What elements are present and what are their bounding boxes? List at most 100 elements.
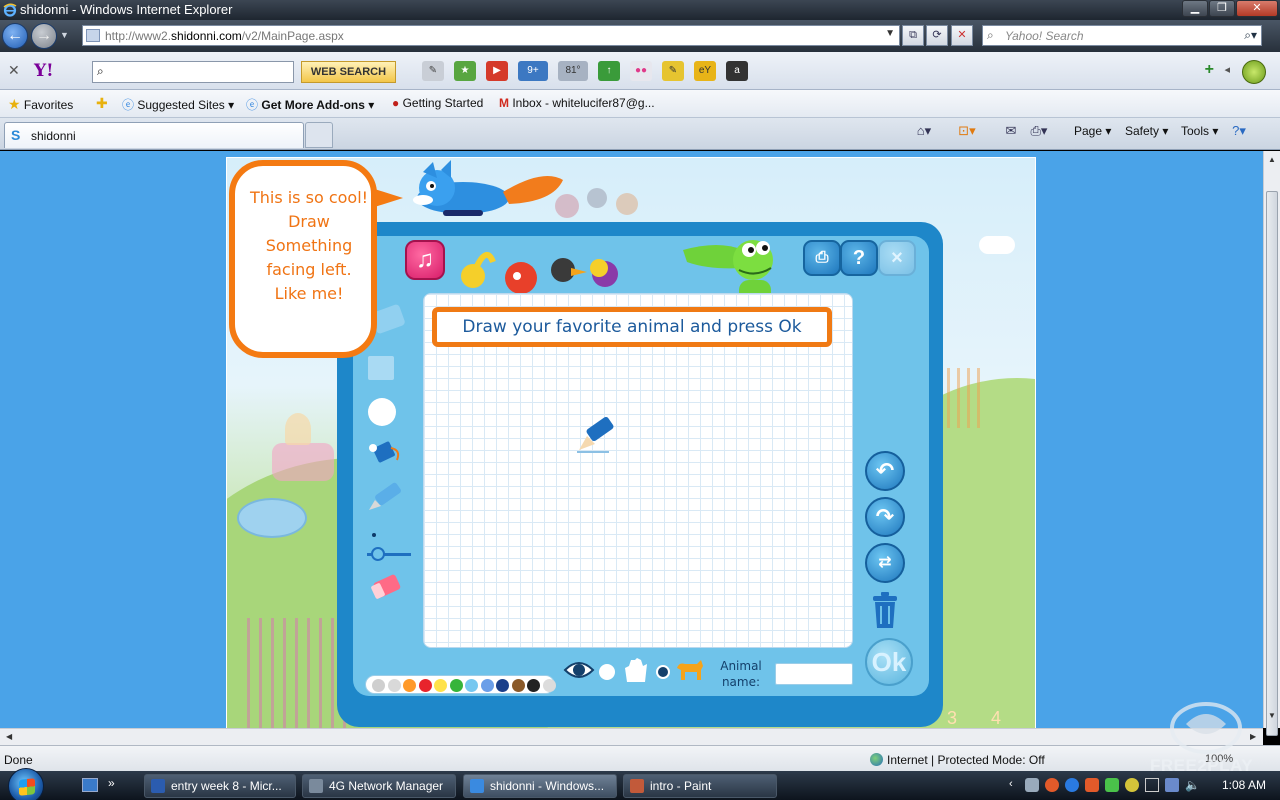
taskbar-item-ie[interactable]: shidonni - Windows...	[463, 774, 617, 798]
fill-bucket-tool-icon[interactable]	[365, 438, 405, 468]
trash-icon[interactable]	[869, 590, 901, 630]
compatibility-view-button[interactable]: ⧉	[902, 25, 924, 46]
color-swatch[interactable]	[527, 679, 540, 692]
yahoo-search-input[interactable]: ⌕	[92, 61, 294, 83]
dark-paint-option[interactable]	[656, 665, 670, 679]
toolbar-edit-icon[interactable]: ✎	[422, 61, 444, 81]
maximize-button[interactable]: ❐	[1209, 0, 1235, 17]
print-icon[interactable]: ⎙▾	[1030, 123, 1048, 139]
animal-silhouette-icon[interactable]	[675, 658, 705, 682]
color-swatch[interactable]	[418, 679, 432, 692]
help-icon[interactable]: ?▾	[1230, 123, 1248, 139]
tab-shidonni[interactable]: S shidonni	[4, 122, 304, 148]
color-swatch[interactable]	[496, 679, 509, 692]
color-swatch[interactable]	[403, 679, 416, 692]
redo-button[interactable]: ↷	[865, 497, 905, 537]
add-favorite-icon[interactable]: ✚	[96, 95, 108, 112]
get-more-addons-link[interactable]: ⓔ Get More Add-ons ▾	[246, 96, 374, 113]
toolbar-bookmark-icon[interactable]: ★	[454, 61, 476, 81]
network-status-icon[interactable]	[1165, 778, 1179, 792]
read-mail-icon[interactable]: ✉	[1002, 123, 1020, 139]
brush-size-handle[interactable]	[371, 547, 385, 561]
stop-button[interactable]: ✕	[951, 25, 973, 46]
taskbar-item-network-manager[interactable]: 4G Network Manager	[302, 774, 456, 798]
minimize-button[interactable]: ▁	[1182, 0, 1208, 17]
volume-icon[interactable]: 🔈	[1185, 778, 1200, 792]
tray-expand-icon[interactable]: ‹	[1009, 778, 1013, 790]
ok-button[interactable]: Ok	[865, 638, 913, 686]
tray-green-icon[interactable]	[1105, 778, 1119, 792]
start-button[interactable]	[8, 768, 44, 800]
address-dropdown-icon[interactable]: ▼	[885, 28, 895, 39]
music-toggle-button[interactable]: ♫	[405, 240, 445, 280]
bluetooth-icon[interactable]	[1065, 778, 1079, 792]
mail-icon[interactable]: 9+	[518, 61, 548, 81]
refresh-button[interactable]: ⟳	[926, 25, 948, 46]
yahoo-logo[interactable]: Y!	[34, 61, 54, 81]
scroll-left-icon[interactable]: ◀	[6, 732, 12, 741]
finance-icon[interactable]: ↑	[598, 61, 620, 81]
white-paint-option[interactable]	[599, 664, 615, 680]
battery-icon[interactable]	[1145, 778, 1159, 792]
amazon-icon[interactable]: a	[726, 61, 748, 81]
circle-tool-button[interactable]	[368, 398, 396, 426]
web-search-button[interactable]: WEB SEARCH	[301, 61, 396, 83]
quick-launch-more-icon[interactable]: »	[108, 776, 115, 790]
address-input[interactable]: http://www2.shidonni.com/v2/MainPage.asp…	[82, 25, 900, 46]
color-swatch[interactable]	[542, 679, 556, 692]
feeds-icon[interactable]: ⊡▾	[958, 123, 976, 139]
color-swatch[interactable]	[465, 679, 478, 692]
favorites-button[interactable]: ★ Favorites	[8, 96, 73, 113]
tray-utility-icon[interactable]	[1085, 778, 1099, 792]
rectangle-tool-button[interactable]	[368, 356, 394, 380]
close-drawing-button[interactable]: ×	[878, 240, 916, 276]
color-swatch[interactable]	[449, 679, 463, 692]
pencil-tool-icon[interactable]	[365, 480, 407, 514]
flickr-icon[interactable]: ●●	[630, 61, 652, 81]
weather-icon[interactable]: 81°	[558, 61, 588, 81]
scroll-up-icon[interactable]: ▲	[1268, 155, 1276, 164]
getting-started-link[interactable]: ● Getting Started	[392, 96, 483, 110]
show-desktop-icon[interactable]	[82, 778, 98, 792]
ebay-icon[interactable]: eY	[694, 61, 716, 81]
clock[interactable]: 1:08 AM	[1222, 778, 1266, 792]
gmail-inbox-link[interactable]: M Inbox - whitelucifer87@g...	[499, 96, 655, 110]
color-swatch[interactable]	[372, 679, 385, 692]
taskbar-item-word[interactable]: entry week 8 - Micr...	[144, 774, 296, 798]
print-drawing-button[interactable]: ⎙	[803, 240, 841, 276]
undo-button[interactable]: ↶	[865, 451, 905, 491]
tray-antivirus-icon[interactable]	[1045, 778, 1059, 792]
security-zone[interactable]: Internet | Protected Mode: Off	[870, 753, 1045, 767]
taskbar-item-paint[interactable]: intro - Paint	[623, 774, 777, 798]
search-go-icon[interactable]: ⌕▾	[1244, 28, 1257, 43]
youtube-icon[interactable]: ▶	[486, 61, 508, 81]
toolbar-scroll-icon[interactable]: ◂	[1224, 63, 1230, 76]
vertical-scrollbar[interactable]: ▲ ▼	[1263, 151, 1280, 736]
suggested-sites-link[interactable]: ⓔ Suggested Sites ▾	[122, 96, 234, 113]
search-input[interactable]: ⌕ Yahoo! Search ⌕▾	[982, 25, 1262, 46]
forward-button[interactable]: →	[31, 23, 57, 49]
animal-name-input[interactable]	[775, 663, 853, 685]
eye-preview-icon[interactable]	[563, 656, 595, 684]
color-swatch[interactable]	[434, 679, 447, 692]
add-button-icon[interactable]: +	[1205, 61, 1214, 79]
page-menu[interactable]: Page ▾	[1074, 124, 1111, 138]
scroll-down-icon[interactable]: ▼	[1268, 711, 1276, 720]
close-window-button[interactable]: ✕	[1236, 0, 1278, 17]
back-button[interactable]: ←	[2, 23, 28, 49]
color-swatch[interactable]	[511, 679, 525, 692]
close-toolbar-icon[interactable]: ✕	[8, 62, 20, 79]
new-tab-button[interactable]	[305, 122, 333, 148]
tray-app-icon[interactable]	[1025, 778, 1039, 792]
hand-tool-icon[interactable]	[621, 656, 651, 684]
help-button[interactable]: ?	[840, 240, 878, 276]
flip-drawing-button[interactable]: ⇄	[865, 543, 905, 583]
home-icon[interactable]: ⌂▾	[915, 123, 933, 139]
color-swatch[interactable]	[480, 679, 494, 692]
vertical-scroll-thumb[interactable]	[1266, 191, 1278, 736]
horizontal-scrollbar[interactable]: ◀ ▶	[0, 728, 1263, 745]
recent-pages-dropdown-icon[interactable]: ▼	[60, 30, 69, 40]
tray-yellow-icon[interactable]	[1125, 778, 1139, 792]
toolbar-settings-icon[interactable]	[1242, 60, 1266, 84]
tools-menu[interactable]: Tools ▾	[1181, 124, 1218, 138]
